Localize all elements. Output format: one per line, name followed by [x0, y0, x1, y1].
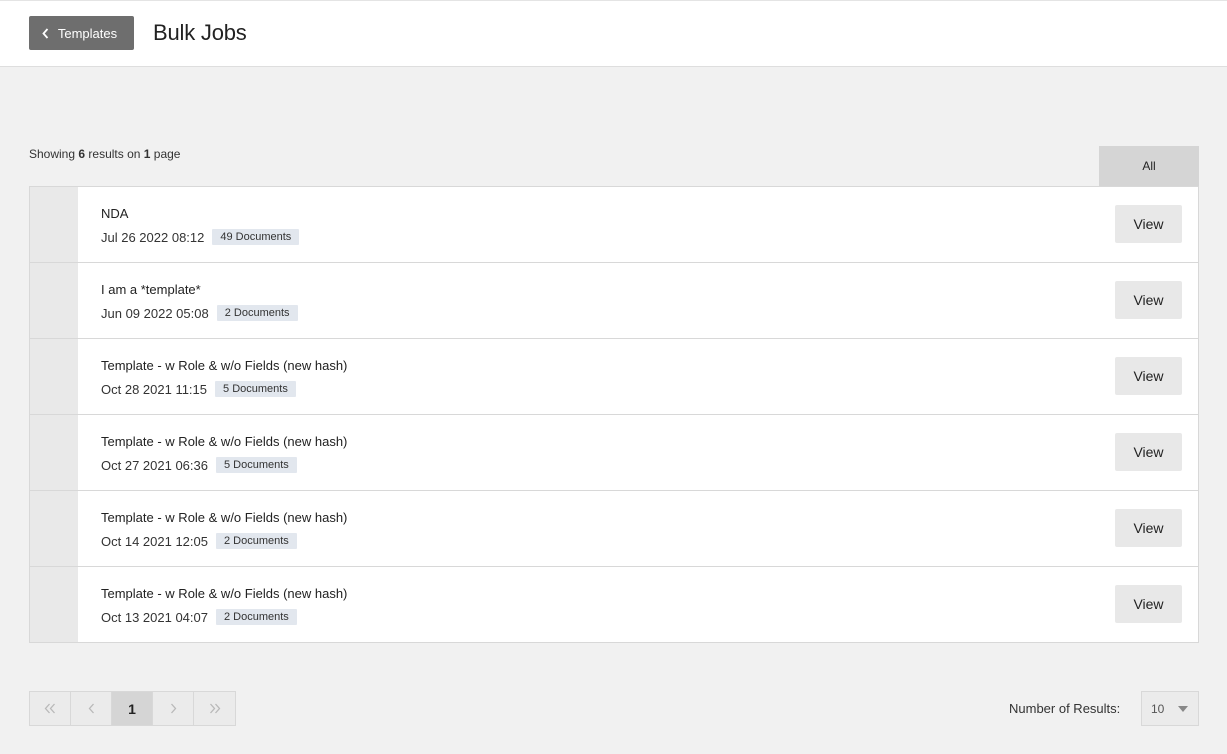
- documents-badge: 5 Documents: [215, 457, 297, 473]
- documents-badge: 2 Documents: [215, 533, 297, 549]
- caret-down-icon: [1178, 706, 1188, 712]
- chevron-left-icon: [42, 27, 49, 39]
- row-stripe: [30, 567, 78, 642]
- documents-badge: 49 Documents: [212, 229, 300, 245]
- next-page-icon: [170, 703, 177, 714]
- row-stripe: [30, 339, 78, 414]
- view-button[interactable]: View: [1115, 585, 1182, 623]
- row-body: Template - w Role & w/o Fields (new hash…: [78, 339, 1198, 414]
- bulk-jobs-list: NDA Jul 26 2022 08:12 49 Documents View …: [29, 186, 1199, 643]
- summary-middle: results on: [85, 147, 144, 161]
- page-title: Bulk Jobs: [153, 20, 247, 45]
- row-stripe: [30, 491, 78, 566]
- job-meta: Oct 27 2021 06:36 5 Documents: [101, 457, 297, 473]
- documents-badge: 5 Documents: [215, 381, 296, 397]
- job-date: Oct 27 2021 06:36: [101, 457, 208, 473]
- pagination: 1: [29, 691, 236, 726]
- page-1-button[interactable]: 1: [112, 692, 153, 725]
- row-stripe: [30, 415, 78, 490]
- summary-suffix: page: [150, 147, 181, 161]
- job-meta: Oct 13 2021 04:07 2 Documents: [101, 609, 297, 625]
- tab-all[interactable]: All: [1099, 146, 1199, 186]
- job-title: I am a *template*: [101, 282, 201, 297]
- summary-prefix: Showing: [29, 147, 79, 161]
- list-item: I am a *template* Jun 09 2022 05:08 2 Do…: [30, 263, 1198, 339]
- view-button[interactable]: View: [1115, 205, 1182, 243]
- job-date: Oct 28 2021 11:15: [101, 381, 208, 397]
- row-body: I am a *template* Jun 09 2022 05:08 2 Do…: [78, 263, 1198, 338]
- row-stripe: [30, 263, 78, 338]
- view-button[interactable]: View: [1115, 357, 1182, 395]
- last-page-button[interactable]: [194, 692, 235, 725]
- list-item: Template - w Role & w/o Fields (new hash…: [30, 339, 1198, 415]
- list-item: Template - w Role & w/o Fields (new hash…: [30, 567, 1198, 642]
- results-summary: Showing 6 results on 1 page: [29, 147, 180, 161]
- job-meta: Oct 28 2021 11:15 5 Documents: [101, 381, 296, 397]
- back-to-templates-button[interactable]: Templates: [29, 16, 134, 50]
- job-title: Template - w Role & w/o Fields (new hash…: [101, 434, 348, 449]
- row-body: Template - w Role & w/o Fields (new hash…: [78, 415, 1198, 490]
- results-per-page-value: 10: [1151, 701, 1165, 716]
- row-body: Template - w Role & w/o Fields (new hash…: [78, 567, 1198, 642]
- row-body: Template - w Role & w/o Fields (new hash…: [78, 491, 1198, 566]
- list-item: Template - w Role & w/o Fields (new hash…: [30, 415, 1198, 491]
- job-title: Template - w Role & w/o Fields (new hash…: [101, 586, 348, 601]
- job-meta: Oct 14 2021 12:05 2 Documents: [101, 533, 297, 549]
- previous-page-button[interactable]: [71, 692, 112, 725]
- first-page-icon: [44, 703, 56, 714]
- documents-badge: 2 Documents: [215, 609, 297, 625]
- results-per-page-select[interactable]: 10: [1141, 691, 1199, 726]
- last-page-icon: [209, 703, 221, 714]
- job-meta: Jul 26 2022 08:12 49 Documents: [101, 229, 300, 245]
- job-date: Oct 14 2021 12:05: [101, 533, 208, 549]
- job-title: NDA: [101, 206, 129, 221]
- row-body: NDA Jul 26 2022 08:12 49 Documents View: [78, 187, 1198, 262]
- view-button[interactable]: View: [1115, 433, 1182, 471]
- list-item: Template - w Role & w/o Fields (new hash…: [30, 491, 1198, 567]
- job-date: Jun 09 2022 05:08: [101, 305, 209, 321]
- job-date: Oct 13 2021 04:07: [101, 609, 208, 625]
- previous-page-icon: [88, 703, 95, 714]
- view-button[interactable]: View: [1115, 281, 1182, 319]
- job-meta: Jun 09 2022 05:08 2 Documents: [101, 305, 298, 321]
- job-title: Template - w Role & w/o Fields (new hash…: [101, 358, 348, 373]
- documents-badge: 2 Documents: [216, 305, 298, 321]
- list-item: NDA Jul 26 2022 08:12 49 Documents View: [30, 187, 1198, 263]
- back-button-label: Templates: [57, 25, 118, 41]
- job-title: Template - w Role & w/o Fields (new hash…: [101, 510, 348, 525]
- view-button[interactable]: View: [1115, 509, 1182, 547]
- next-page-button[interactable]: [153, 692, 194, 725]
- row-stripe: [30, 187, 78, 262]
- first-page-button[interactable]: [30, 692, 71, 725]
- job-date: Jul 26 2022 08:12: [101, 229, 205, 245]
- page-header: Templates Bulk Jobs: [0, 0, 1227, 67]
- number-of-results-label: Number of Results:: [1009, 701, 1121, 716]
